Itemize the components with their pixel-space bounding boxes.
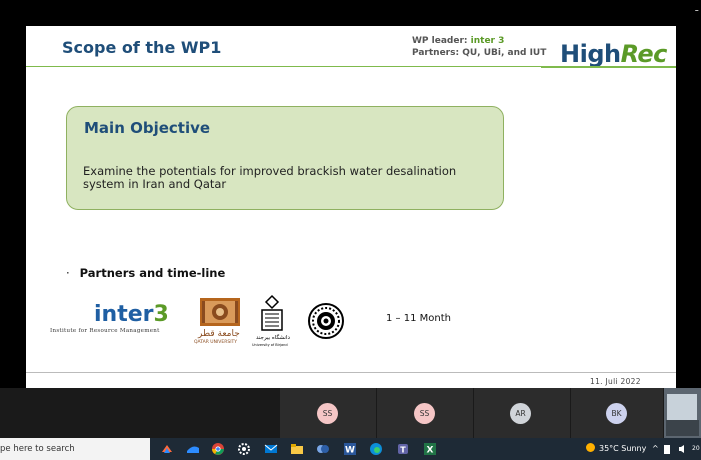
sun-icon bbox=[586, 443, 595, 452]
svg-text:X: X bbox=[427, 446, 434, 456]
iut-emblem-icon bbox=[308, 303, 344, 339]
qatar-university-logo: جامعة قطر QATAR UNIVERSITY bbox=[194, 296, 246, 346]
tray-chevron-icon[interactable]: ^ bbox=[652, 438, 659, 460]
minimize-control[interactable]: - bbox=[695, 3, 699, 17]
teams-icon[interactable]: T bbox=[396, 442, 410, 456]
slide-title: Scope of the WP1 bbox=[62, 38, 222, 57]
highrec-logo: HighRec bbox=[560, 40, 667, 68]
window-top-bar: - bbox=[0, 0, 701, 26]
timeline-text: 1 – 11 Month bbox=[386, 313, 451, 324]
participant-video[interactable] bbox=[664, 388, 701, 438]
inter3-subtitle: Institute for Resource Management bbox=[50, 328, 160, 334]
qu-arabic-name: جامعة قطر bbox=[198, 329, 240, 339]
qu-name: QATAR UNIVERSITY bbox=[194, 340, 238, 345]
volume-icon[interactable] bbox=[678, 444, 687, 454]
excel-icon[interactable]: X bbox=[423, 442, 437, 456]
header-divider-accent bbox=[541, 66, 676, 68]
wp-leader-label: WP leader: bbox=[412, 36, 468, 46]
inter3-logo: inter3 Institute for Resource Management bbox=[50, 302, 169, 334]
battery-icon[interactable] bbox=[663, 443, 671, 455]
ubi-arabic-name: دانشگاه بیرجند bbox=[256, 335, 290, 341]
university-of-birjand-logo: دانشگاه بیرجند University of Birjand bbox=[252, 294, 298, 350]
word-icon[interactable]: W bbox=[343, 442, 357, 456]
partners-label: Partners: QU, UBi, and IUT bbox=[412, 48, 547, 58]
zoom-app-icon[interactable] bbox=[160, 442, 174, 456]
participant-tile[interactable]: AR bbox=[474, 388, 570, 438]
qatar-university-emblem-icon bbox=[200, 298, 240, 326]
wp-leader-value: inter 3 bbox=[470, 36, 505, 46]
iut-logo bbox=[308, 303, 344, 339]
partners-bullet: · Partners and time-line bbox=[66, 266, 225, 280]
settings-icon[interactable] bbox=[237, 442, 251, 456]
edge-icon[interactable] bbox=[369, 442, 383, 456]
presentation-slide: Scope of the WP1 WP leader: inter 3 Part… bbox=[26, 26, 676, 388]
bullet-marker: · bbox=[66, 266, 70, 280]
remote-app-icon[interactable] bbox=[186, 442, 200, 456]
objective-heading: Main Objective bbox=[84, 119, 211, 137]
participant-avatar: BK bbox=[606, 403, 627, 424]
footer-divider bbox=[26, 372, 676, 373]
bullet-text: Partners and time-line bbox=[79, 266, 226, 280]
participant-tile[interactable]: SS bbox=[280, 388, 376, 438]
wp-info: WP leader: inter 3 Partners: QU, UBi, an… bbox=[412, 35, 546, 59]
taskbar: pe here to search W T X 35°C Sunny ^ 20 bbox=[0, 438, 701, 460]
chrome-icon[interactable] bbox=[211, 442, 225, 456]
participant-avatar: SS bbox=[317, 403, 338, 424]
weather-widget[interactable]: 35°C Sunny bbox=[586, 438, 646, 460]
participant-tile[interactable]: SS bbox=[377, 388, 473, 438]
svg-text:W: W bbox=[345, 446, 355, 456]
ubi-name: University of Birjand bbox=[252, 343, 288, 347]
objective-text: Examine the potentials for improved brac… bbox=[83, 164, 457, 191]
file-explorer-icon[interactable] bbox=[290, 442, 304, 456]
footer-date: 11. Juli 2022 bbox=[590, 377, 641, 386]
main-objective-box: Main Objective Examine the potentials fo… bbox=[66, 106, 504, 210]
mail-icon[interactable] bbox=[264, 442, 278, 456]
taskbar-search-input[interactable]: pe here to search bbox=[0, 438, 150, 460]
svg-text:T: T bbox=[400, 446, 406, 455]
participants-strip: SS SS AR BK bbox=[0, 388, 701, 438]
birjand-emblem-icon bbox=[261, 294, 283, 331]
generic-app-icon[interactable] bbox=[316, 442, 330, 456]
participant-avatar: SS bbox=[414, 403, 435, 424]
participant-avatar: AR bbox=[510, 403, 531, 424]
participant-tile[interactable]: BK bbox=[571, 388, 663, 438]
clock-partial[interactable]: 20 bbox=[692, 438, 700, 460]
